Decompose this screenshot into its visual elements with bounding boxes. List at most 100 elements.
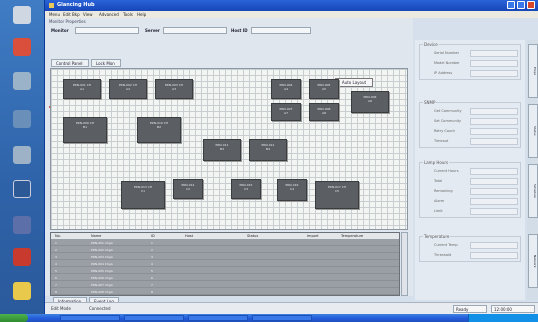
device-node[interactable]: PRN-003 CH A3 — [155, 79, 193, 99]
device-node[interactable]: PRN-007 A7 — [271, 103, 301, 121]
column-header[interactable]: ID — [151, 234, 155, 238]
desktop-icon-network[interactable] — [8, 38, 36, 56]
desktop-icon-documents[interactable] — [8, 282, 36, 300]
taskbar-item[interactable] — [60, 315, 120, 321]
device-node[interactable]: PRN-015 C3 — [231, 179, 261, 199]
property-field[interactable] — [470, 128, 518, 135]
desktop-icon-internet[interactable] — [8, 110, 36, 128]
desktop-icon-recycle[interactable] — [8, 72, 36, 90]
table-row[interactable]: 5 PRN-005 ChgA 5 — [51, 268, 399, 274]
tab-lock-mon[interactable]: Lock Mon — [91, 59, 121, 67]
table-row[interactable]: 7 PRN-007 ChgA 7 — [51, 282, 399, 288]
status-left: Edit Mode — [51, 306, 71, 311]
host-id-label: Host ID — [231, 28, 248, 33]
table-row[interactable]: 2 PRN-002 ChgA 2 — [51, 247, 399, 253]
menu-item-menu[interactable]: Menu — [49, 12, 60, 17]
menu-item-advanced[interactable]: Advanced — [99, 12, 119, 17]
properties-panel: Device Serial Number Model Number IP Addres… — [415, 40, 525, 300]
column-header[interactable]: No. — [55, 234, 61, 238]
table-row[interactable]: 4 PRN-004 ChgA 4 — [51, 261, 399, 267]
property-field[interactable] — [470, 188, 518, 195]
menu-item-view[interactable]: View — [83, 12, 93, 17]
vertical-tab[interactable]: Props — [528, 44, 538, 98]
property-field[interactable] — [470, 118, 518, 125]
table-row[interactable]: 6 PRN-006 ChgA 6 — [51, 275, 399, 281]
property-label: Limit — [434, 209, 443, 213]
monitor-field[interactable] — [75, 27, 139, 34]
table-row[interactable]: 8 PRN-008 ChgA 8 — [51, 289, 399, 295]
device-node[interactable]: PRN-001 CH A1 — [63, 79, 101, 99]
server-field[interactable] — [163, 27, 227, 34]
property-field[interactable] — [470, 60, 518, 67]
device-node[interactable]: PRN-014 C2 — [173, 179, 203, 199]
table-cell: 2 — [151, 248, 153, 252]
menu-item-help[interactable]: Help — [137, 12, 146, 17]
property-field[interactable] — [470, 252, 518, 259]
table-cell: PRN-005 ChgA — [91, 269, 113, 273]
property-row: Set Community — [420, 117, 520, 126]
column-header[interactable]: Import — [307, 234, 319, 238]
desktop-icon-media2[interactable] — [8, 248, 36, 266]
menu-bar: Menu Edit Bkp View Advanced Tools Help — [45, 11, 538, 18]
property-field[interactable] — [470, 198, 518, 205]
close-button[interactable] — [527, 1, 535, 9]
property-field[interactable] — [470, 108, 518, 115]
property-field[interactable] — [470, 168, 518, 175]
taskbar-item[interactable] — [252, 315, 312, 321]
auto-layout-button[interactable]: Auto Layout — [335, 78, 373, 87]
property-row: Get Community — [420, 107, 520, 116]
tab-control-panel[interactable]: Control Panel — [51, 59, 89, 67]
menu-item-edit[interactable]: Edit Bkp — [63, 12, 80, 17]
desktop-icon-control[interactable] — [8, 180, 36, 198]
desktop-icon-apps[interactable] — [8, 216, 36, 234]
table-row[interactable]: 3 PRN-003 ChgA 3 — [51, 254, 399, 260]
property-label: Get Community — [434, 109, 462, 113]
desktop-icon-media[interactable] — [8, 146, 36, 164]
minimize-button[interactable] — [507, 1, 515, 9]
vertical-tab[interactable]: Schedule — [528, 164, 538, 218]
device-node[interactable]: PRN-009 CH B1 — [63, 117, 107, 143]
host-id-field[interactable] — [251, 27, 311, 34]
taskbar-item[interactable] — [188, 315, 248, 321]
table-cell: PRN-004 ChgA — [91, 262, 113, 266]
property-field[interactable] — [470, 242, 518, 249]
title-bar[interactable]: Glancing Hub — [45, 0, 538, 11]
column-header[interactable]: Name — [91, 234, 101, 238]
desktop-icon-my-computer[interactable] — [8, 6, 36, 24]
table-row[interactable]: 1 PRN-001 ChgA 1 — [51, 240, 399, 246]
window-title: Glancing Hub — [57, 2, 95, 8]
taskbar-item[interactable] — [124, 315, 184, 321]
column-header[interactable]: Temperature — [341, 234, 363, 238]
layout-canvas[interactable]: ▸ Auto Layout PRN-001 CH A1 PRN-002 CH A2 … — [49, 68, 408, 230]
device-node[interactable]: PRN-004 A4 — [271, 79, 301, 99]
property-field[interactable] — [470, 138, 518, 145]
device-node[interactable]: PRN-016 C4 — [277, 179, 307, 201]
property-field[interactable] — [470, 178, 518, 185]
start-button[interactable] — [0, 314, 28, 322]
device-node[interactable]: PRN-010 CH B2 — [137, 117, 181, 143]
property-field[interactable] — [470, 50, 518, 57]
device-node[interactable]: PRN-012 B4 — [249, 139, 287, 161]
device-node[interactable]: PRN-006 A6 — [351, 91, 389, 113]
vertical-tab[interactable]: Network — [528, 234, 538, 288]
maximize-button[interactable] — [517, 1, 525, 9]
device-node[interactable]: PRN-013 CH C1 — [121, 181, 165, 209]
device-node[interactable]: PRN-008 A8 — [309, 103, 339, 121]
node-sub: C3 — [243, 187, 248, 191]
property-field[interactable] — [470, 208, 518, 215]
vertical-tab-strip: Props Status Schedule Network — [527, 40, 538, 300]
device-node[interactable]: PRN-005 A5 — [309, 79, 339, 99]
table-scrollbar[interactable] — [401, 232, 408, 296]
device-node[interactable]: PRN-017 CH C5 — [315, 181, 359, 209]
properties-group: Device Serial Number Model Number IP Addres… — [419, 42, 521, 80]
device-node[interactable]: PRN-011 B3 — [203, 139, 241, 161]
table-cell: 1 — [151, 241, 153, 245]
property-field[interactable] — [470, 70, 518, 77]
column-header[interactable]: Host — [185, 234, 193, 238]
device-node[interactable]: PRN-002 CH A2 — [109, 79, 147, 99]
column-header[interactable]: Status — [247, 234, 258, 238]
menu-item-tools[interactable]: Tools — [123, 12, 133, 17]
table-cell: 4 — [55, 262, 57, 266]
property-row: Timeout — [420, 137, 520, 146]
vertical-tab[interactable]: Status — [528, 104, 538, 158]
